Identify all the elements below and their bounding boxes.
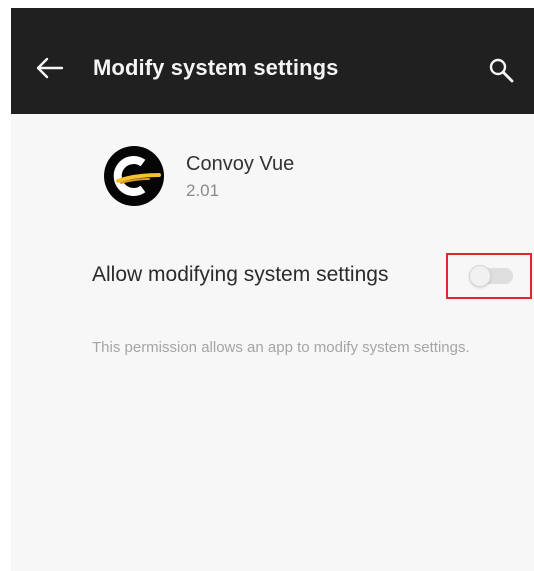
permission-description: This permission allows an app to modify … [92, 339, 470, 356]
toggle-thumb [469, 265, 491, 287]
app-version: 2.01 [186, 181, 220, 200]
allow-modifying-system-settings-row[interactable]: Allow modifying system settings [81, 248, 534, 308]
search-icon [489, 58, 514, 83]
settings-screen: Modify system settings Convoy Vue 2.01 A… [11, 8, 534, 571]
app-name: Convoy Vue [186, 153, 295, 175]
back-button[interactable] [31, 50, 67, 86]
setting-label: Allow modifying system settings [92, 263, 389, 286]
page-title: Modify system settings [93, 55, 339, 80]
allow-modifying-system-settings-toggle[interactable] [469, 265, 513, 287]
app-logo [104, 146, 164, 206]
convoy-vue-logo [105, 147, 163, 205]
search-button[interactable] [485, 54, 519, 88]
arrow-left-icon [36, 57, 64, 79]
app-bar: Modify system settings [11, 8, 534, 114]
